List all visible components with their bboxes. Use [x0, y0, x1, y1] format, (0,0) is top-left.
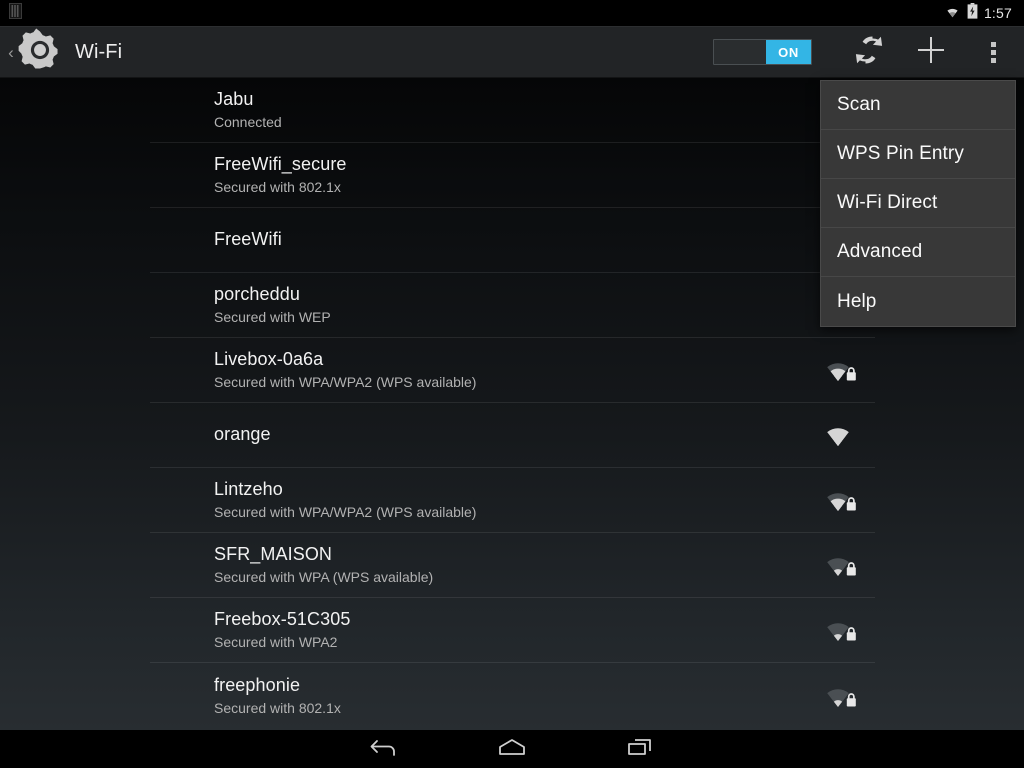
wifi-row-text: Jabu Connected [214, 88, 282, 132]
wifi-network-row[interactable]: orange [150, 403, 875, 468]
wifi-row-text: porcheddu Secured with WEP [214, 283, 331, 327]
nav-recents-button[interactable] [576, 730, 704, 768]
wifi-ssid: orange [214, 424, 271, 445]
wifi-ssid: SFR_MAISON [214, 544, 333, 565]
wifi-signal-icon [944, 4, 961, 23]
wifi-security-status: Secured with 802.1x [214, 179, 341, 196]
status-bar-right: 1:57 [944, 2, 1024, 24]
wifi-signal-strength-icon [819, 615, 865, 645]
plus-add-network-icon [914, 33, 948, 72]
status-bar-left [0, 2, 22, 24]
wifi-security-status: Secured with WPA2 [214, 634, 338, 651]
wifi-signal-strength-icon [819, 550, 865, 580]
wifi-row-text: FreeWifi [214, 228, 282, 251]
toggle-track [714, 40, 766, 64]
wifi-signal-strength-icon [819, 355, 865, 385]
wifi-row-text: freephonie Secured with 802.1x [214, 674, 341, 718]
action-bar: ‹ Wi-Fi ON [0, 26, 1024, 78]
overflow-dropdown-menu: Scan WPS Pin Entry Wi-Fi Direct Advanced Hel… [820, 80, 1016, 327]
wifi-ssid: FreeWifi [214, 229, 282, 250]
wps-push-button-icon [852, 33, 886, 72]
wifi-row-text: Freebox-51C305 Secured with WPA2 [214, 608, 350, 652]
menu-item-wi-fi-direct[interactable]: Wi-Fi Direct [821, 179, 1015, 228]
wifi-ssid: Livebox-0a6a [214, 349, 324, 370]
page-title: Wi-Fi [75, 40, 123, 63]
menu-item-advanced[interactable]: Advanced [821, 228, 1015, 277]
wifi-security-status: Secured with WPA (WPS available) [214, 569, 434, 586]
wifi-signal-strength-icon [819, 485, 865, 515]
wifi-network-row[interactable]: Freebox-51C305 Secured with WPA2 [150, 598, 875, 663]
wifi-network-row[interactable]: freephonie Secured with 802.1x [150, 663, 875, 728]
sim-card-icon [9, 2, 22, 24]
wps-push-button[interactable] [838, 26, 900, 78]
status-bar: 1:57 [0, 0, 1024, 26]
nav-recents-icon [625, 735, 655, 764]
wifi-security-status: Connected [214, 114, 282, 131]
wifi-ssid: porcheddu [214, 284, 300, 305]
settings-gear-icon[interactable] [17, 27, 63, 78]
wifi-row-text: orange [214, 423, 271, 446]
system-navigation-bar [0, 730, 1024, 768]
wifi-network-row[interactable]: Livebox-0a6a Secured with WPA/WPA2 (WPS a… [150, 338, 875, 403]
wifi-on-off-toggle[interactable]: ON [713, 39, 812, 65]
wifi-row-text: FreeWifi_secure Secured with 802.1x [214, 153, 347, 197]
menu-item-wps-pin-entry[interactable]: WPS Pin Entry [821, 130, 1015, 179]
android-wifi-settings-screen: 1:57 ‹ Wi-Fi ON Jabu Connected FreeWifi_… [0, 0, 1024, 768]
overflow-menu-icon [990, 41, 996, 63]
nav-back-button[interactable] [320, 730, 448, 768]
wifi-network-row[interactable]: FreeWifi_secure Secured with 802.1x [150, 143, 875, 208]
wifi-network-row[interactable]: Lintzeho Secured with WPA/WPA2 (WPS avail… [150, 468, 875, 533]
action-bar-actions: ON [713, 26, 1024, 78]
nav-home-button[interactable] [448, 730, 576, 768]
wifi-signal-strength-icon [819, 420, 865, 450]
overflow-menu-button[interactable] [962, 26, 1024, 78]
nav-home-icon [495, 735, 529, 764]
wifi-ssid: Lintzeho [214, 479, 283, 500]
wifi-ssid: freephonie [214, 674, 301, 695]
wifi-row-text: SFR_MAISON Secured with WPA (WPS availabl… [214, 543, 433, 587]
menu-item-help[interactable]: Help [821, 277, 1015, 326]
nav-back-icon [368, 735, 400, 764]
wifi-security-status: Secured with WEP [214, 309, 331, 326]
wifi-ssid: Jabu [214, 89, 254, 110]
add-network-button[interactable] [900, 26, 962, 78]
battery-charging-icon [967, 2, 978, 24]
wifi-security-status: Secured with WPA/WPA2 (WPS available) [214, 504, 477, 521]
menu-item-scan[interactable]: Scan [821, 81, 1015, 130]
wifi-network-list: Jabu Connected FreeWifi_secure Secured with… [150, 78, 875, 728]
wifi-network-row[interactable]: SFR_MAISON Secured with WPA (WPS availabl… [150, 533, 875, 598]
status-bar-clock: 1:57 [983, 5, 1012, 21]
wifi-network-row[interactable]: porcheddu Secured with WEP [150, 273, 875, 338]
toggle-state-label: ON [778, 44, 799, 60]
wifi-security-status: Secured with 802.1x [214, 699, 341, 716]
wifi-signal-strength-icon [819, 681, 865, 711]
wifi-ssid: Freebox-51C305 [214, 609, 351, 630]
wifi-row-text: Lintzeho Secured with WPA/WPA2 (WPS avail… [214, 478, 476, 522]
wifi-security-status: Secured with WPA/WPA2 (WPS available) [214, 374, 477, 391]
toggle-thumb: ON [766, 40, 811, 64]
wifi-network-row[interactable]: Jabu Connected [150, 78, 875, 143]
wifi-row-text: Livebox-0a6a Secured with WPA/WPA2 (WPS a… [214, 348, 476, 392]
wifi-network-row[interactable]: FreeWifi [150, 208, 875, 273]
wifi-ssid: FreeWifi_secure [214, 154, 347, 175]
